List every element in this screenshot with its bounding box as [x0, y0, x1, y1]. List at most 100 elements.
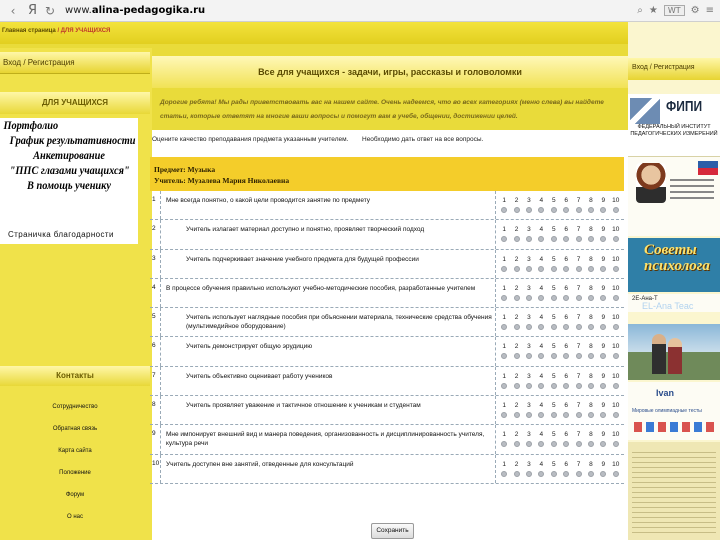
link-about[interactable]: О нас: [0, 506, 150, 528]
rating-radio[interactable]: [513, 265, 520, 272]
rating-radio[interactable]: [587, 441, 594, 448]
rating-radio[interactable]: [538, 470, 545, 477]
rating-radio[interactable]: [513, 382, 520, 389]
menu-icon[interactable]: ≡: [706, 5, 714, 16]
rating-radio[interactable]: [501, 324, 508, 331]
rating-radio[interactable]: [525, 412, 532, 419]
rating-radio[interactable]: [550, 441, 557, 448]
rating-radio[interactable]: [612, 470, 619, 477]
rating-radio[interactable]: [563, 324, 570, 331]
breadcrumb-home[interactable]: Главная страница: [2, 28, 56, 34]
link-regulations[interactable]: Положение: [0, 462, 150, 484]
rating-radio[interactable]: [600, 294, 607, 301]
olympiad-banner[interactable]: Ivan Мировые олимпиадные тесты: [628, 382, 720, 440]
rating-radio[interactable]: [575, 265, 582, 272]
rating-radio[interactable]: [550, 412, 557, 419]
rating-radio[interactable]: [600, 265, 607, 272]
rating-radio[interactable]: [501, 412, 508, 419]
rating-radio[interactable]: [513, 470, 520, 477]
rating-radio[interactable]: [563, 470, 570, 477]
rating-radio[interactable]: [525, 265, 532, 272]
rating-radio[interactable]: [612, 412, 619, 419]
rating-radio[interactable]: [575, 324, 582, 331]
rating-radio[interactable]: [600, 441, 607, 448]
fipi-banner[interactable]: ФИПИ ФЕДЕРАЛЬНЫЙ ИНСТИТУТ ПЕДАГОГИЧЕСКИХ…: [628, 94, 720, 156]
rating-radio[interactable]: [575, 441, 582, 448]
rating-radio[interactable]: [550, 294, 557, 301]
rating-radio[interactable]: [587, 294, 594, 301]
menu-item-teachers-survey[interactable]: "ППС глазами учащихся": [10, 163, 130, 178]
rating-radio[interactable]: [513, 353, 520, 360]
rating-radio[interactable]: [587, 353, 594, 360]
students-photo-banner[interactable]: [628, 324, 720, 380]
rating-radio[interactable]: [538, 441, 545, 448]
rating-radio[interactable]: [612, 236, 619, 243]
rating-radio[interactable]: [563, 294, 570, 301]
menu-item-survey[interactable]: Анкетирование: [10, 148, 129, 163]
rating-radio[interactable]: [587, 324, 594, 331]
thanks-page-link[interactable]: Страничка благодарности: [8, 230, 114, 239]
rating-radio[interactable]: [501, 353, 508, 360]
rating-radio[interactable]: [575, 382, 582, 389]
rating-radio[interactable]: [550, 353, 557, 360]
rating-radio[interactable]: [513, 294, 520, 301]
rating-radio[interactable]: [587, 382, 594, 389]
rating-radio[interactable]: [612, 207, 619, 213]
rating-radio[interactable]: [538, 265, 545, 272]
rating-radio[interactable]: [575, 294, 582, 301]
rating-radio[interactable]: [600, 382, 607, 389]
rating-radio[interactable]: [501, 207, 508, 213]
rating-radio[interactable]: [575, 470, 582, 477]
rating-radio[interactable]: [600, 236, 607, 243]
rating-radio[interactable]: [501, 265, 508, 272]
rating-radio[interactable]: [600, 207, 607, 213]
rating-radio[interactable]: [513, 324, 520, 331]
rating-radio[interactable]: [501, 236, 508, 243]
rating-radio[interactable]: [563, 353, 570, 360]
rating-radio[interactable]: [563, 236, 570, 243]
rating-radio[interactable]: [600, 324, 607, 331]
rating-radio[interactable]: [587, 470, 594, 477]
rating-radio[interactable]: [525, 294, 532, 301]
wt-badge[interactable]: WT: [663, 5, 685, 16]
rating-radio[interactable]: [587, 412, 594, 419]
rating-radio[interactable]: [550, 236, 557, 243]
right-login-link[interactable]: Вход / Регистрация: [628, 58, 720, 80]
rating-radio[interactable]: [612, 441, 619, 448]
teacher-card-banner[interactable]: [628, 156, 720, 236]
link-forum[interactable]: Форум: [0, 484, 150, 506]
rating-radio[interactable]: [525, 236, 532, 243]
rating-radio[interactable]: [538, 382, 545, 389]
address-bar[interactable]: www.alina-pedagogika.ru: [65, 5, 631, 16]
rating-radio[interactable]: [600, 470, 607, 477]
rating-radio[interactable]: [501, 382, 508, 389]
rating-radio[interactable]: [612, 353, 619, 360]
rating-radio[interactable]: [587, 265, 594, 272]
menu-item-performance-chart[interactable]: График результативности: [10, 133, 136, 148]
rating-radio[interactable]: [563, 412, 570, 419]
rating-radio[interactable]: [575, 412, 582, 419]
rating-radio[interactable]: [563, 207, 570, 213]
star-icon[interactable]: ★: [649, 5, 658, 16]
yandex-logo[interactable]: Я: [28, 3, 37, 18]
rating-radio[interactable]: [600, 353, 607, 360]
rating-radio[interactable]: [563, 265, 570, 272]
rating-radio[interactable]: [575, 353, 582, 360]
rating-radio[interactable]: [563, 382, 570, 389]
rating-radio[interactable]: [538, 294, 545, 301]
search-icon[interactable]: ⌕: [637, 5, 643, 16]
rating-radio[interactable]: [513, 441, 520, 448]
el-ana-banner[interactable]: 2Е-Ана-Т EL-Ana Teac: [628, 294, 720, 312]
rating-radio[interactable]: [501, 441, 508, 448]
menu-item-portfolio[interactable]: Портфолио: [0, 118, 119, 133]
rating-radio[interactable]: [550, 470, 557, 477]
back-arrow-icon[interactable]: ‹: [6, 4, 20, 18]
rating-radio[interactable]: [538, 207, 545, 213]
link-feedback[interactable]: Обратная связь: [0, 418, 150, 440]
rating-radio[interactable]: [550, 265, 557, 272]
menu-item-student-help[interactable]: В помощь ученику: [10, 178, 129, 193]
rating-radio[interactable]: [612, 382, 619, 389]
rating-radio[interactable]: [600, 412, 607, 419]
rating-radio[interactable]: [538, 353, 545, 360]
rating-radio[interactable]: [550, 382, 557, 389]
